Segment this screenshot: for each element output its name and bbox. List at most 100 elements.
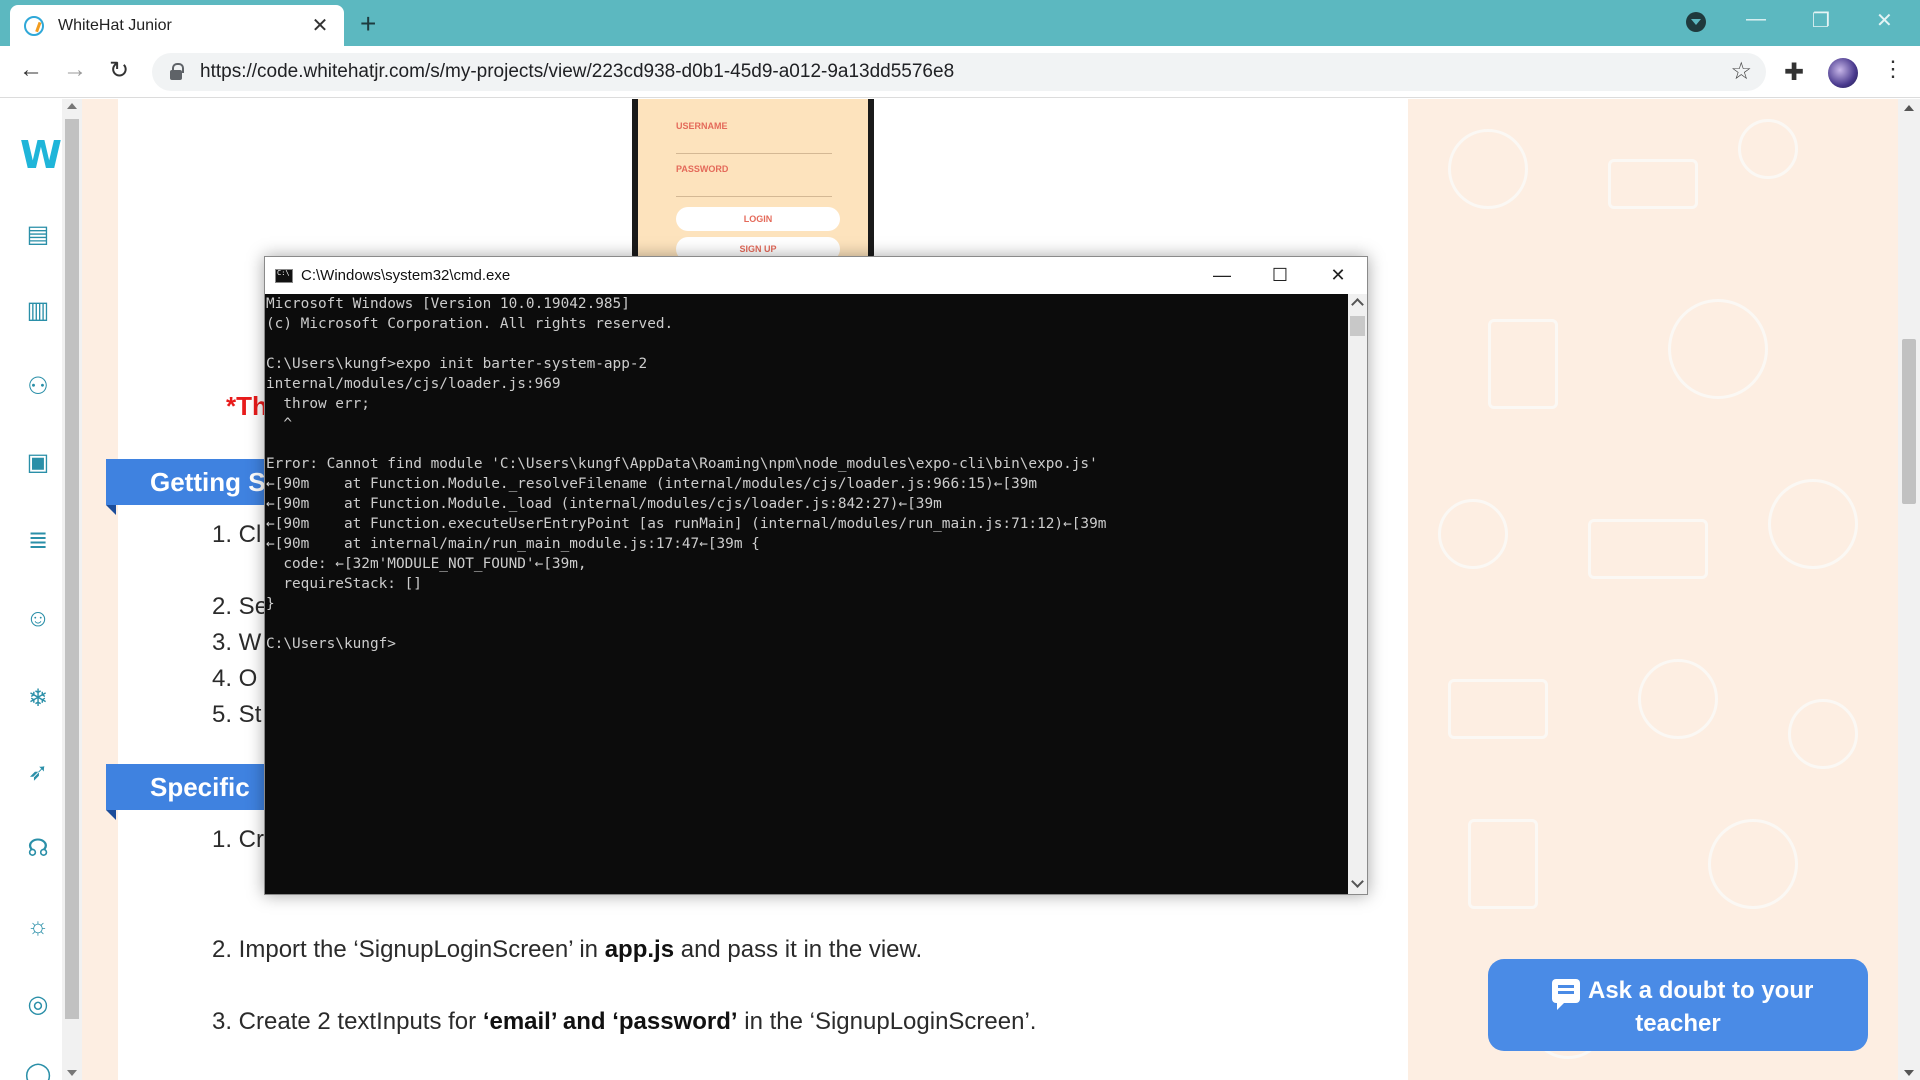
book-icon[interactable]: ▥	[24, 297, 52, 325]
login-button-image: LOGIN	[676, 207, 840, 231]
note-text: *Th	[226, 391, 268, 421]
terminal-line: throw err;	[266, 396, 370, 412]
new-tab-button[interactable]: +	[360, 8, 376, 40]
item-text: and pass it in the view.	[674, 936, 923, 963]
list-item: 2. Se	[212, 593, 269, 620]
page-scrollbar[interactable]	[1898, 99, 1920, 1080]
background-pattern	[82, 99, 118, 1080]
reload-icon[interactable]: ↻	[104, 56, 134, 85]
extensions-puzzle-icon[interactable]: ✚	[1784, 58, 1804, 87]
ask-doubt-label-line2: teacher	[1635, 1010, 1721, 1037]
item-text: 2. Import the ‘SignupLoginScreen’ in	[212, 936, 605, 963]
terminal-line: ^	[266, 416, 292, 432]
tab-search-icon[interactable]	[1686, 12, 1706, 32]
terminal-line: ←[90m at internal/main/run_main_module.j…	[266, 536, 760, 552]
restore-window-button[interactable]: ❐	[1812, 8, 1830, 33]
list-item: 3. W	[212, 629, 262, 656]
dashboard-icon[interactable]: ▤	[24, 221, 52, 249]
more-icon[interactable]: ◯	[24, 1061, 52, 1080]
ask-doubt-button[interactable]: Ask a doubt to your teacher	[1488, 959, 1868, 1051]
username-underline	[676, 153, 832, 154]
scroll-down-arrow-icon[interactable]	[67, 1070, 77, 1076]
lock-icon	[170, 62, 184, 80]
list-item-textinputs: 3. Create 2 textInputs for ‘email’ and ‘…	[212, 1008, 1036, 1036]
terminal-line: C:\Users\kungf>expo init barter-system-a…	[266, 356, 648, 372]
terminal-line: (c) Microsoft Corporation. All rights re…	[266, 316, 674, 332]
cmd-scrollbar[interactable]	[1348, 294, 1367, 894]
phone-screen: USERNAME PASSWORD LOGIN SIGN UP	[638, 99, 868, 261]
terminal-line: code: ←[32m'MODULE_NOT_FOUND'←[39m,	[266, 556, 587, 572]
cmd-minimize-button[interactable]: —	[1193, 260, 1251, 290]
cmd-title: C:\Windows\system32\cmd.exe	[301, 267, 511, 284]
bulb-icon[interactable]: ☼	[24, 913, 52, 941]
address-bar[interactable]: https://code.whitehatjr.com/s/my-project…	[152, 53, 1766, 91]
cmd-maximize-button[interactable]: ☐	[1251, 260, 1309, 290]
menu-kebab-icon[interactable]: ⋮	[1882, 56, 1904, 82]
list-item: 5. St	[212, 701, 262, 728]
scrollbar-thumb[interactable]	[1350, 316, 1365, 336]
forward-arrow-icon[interactable]: →	[60, 56, 90, 84]
activity-icon[interactable]: ⚇	[24, 373, 52, 401]
whitehat-logo[interactable]: W	[20, 133, 62, 177]
username-label: USERNAME	[676, 121, 728, 131]
minimize-window-button[interactable]: —	[1746, 8, 1766, 31]
terminal-line: requireStack: []	[266, 576, 422, 592]
list-item: 4. O	[212, 665, 258, 692]
terminal-line: ←[90m at Function.Module._resolveFilenam…	[266, 476, 1038, 492]
password-underline	[676, 196, 832, 197]
scroll-up-arrow-icon[interactable]	[1351, 298, 1364, 311]
notebook-icon[interactable]: ▣	[24, 449, 52, 477]
browser-tab[interactable]: WhiteHat Junior ✕	[10, 5, 344, 46]
cmd-close-button[interactable]: ✕	[1309, 260, 1367, 290]
item-bold-text: app.js	[604, 936, 675, 963]
terminal-line: C:\Users\kungf>	[266, 636, 396, 652]
tab-title: WhiteHat Junior	[58, 16, 172, 34]
sidebar-scrollbar[interactable]	[62, 99, 82, 1080]
profile-avatar[interactable]	[1828, 58, 1858, 88]
notes-icon[interactable]: ≣	[24, 527, 52, 555]
item-text: in the ‘SignupLoginScreen’.	[737, 1008, 1037, 1035]
terminal-line: Microsoft Windows [Version 10.0.19042.98…	[266, 296, 630, 312]
password-label: PASSWORD	[676, 164, 729, 174]
terminal-line: internal/modules/cjs/loader.js:969	[266, 376, 561, 392]
snowflake-icon[interactable]: ❄	[24, 685, 52, 713]
app-screenshot-image: USERNAME PASSWORD LOGIN SIGN UP	[632, 99, 874, 261]
terminal-line: }	[266, 596, 275, 612]
cmd-app-icon	[275, 268, 293, 283]
cmd-titlebar[interactable]: C:\Windows\system32\cmd.exe — ☐ ✕	[265, 257, 1367, 294]
scroll-down-arrow-icon[interactable]	[1351, 875, 1364, 888]
item-text: 3. Create 2 textInputs for	[212, 1008, 483, 1035]
scrollbar-thumb[interactable]	[1902, 339, 1916, 504]
left-sidebar: W ▤ ▥ ⚇ ▣ ≣ ☺ ❄ ➶ ☊ ☼ ◎ ◯	[0, 99, 62, 1080]
support-icon[interactable]: ☊	[24, 835, 52, 863]
ask-doubt-label-line1: Ask a doubt to your	[1588, 977, 1814, 1004]
profile-icon[interactable]: ◎	[24, 991, 52, 1019]
terminal-line: ←[90m at Function.executeUserEntryPoint …	[266, 516, 1107, 532]
scroll-up-arrow-icon[interactable]	[1904, 105, 1914, 111]
scrollbar-thumb[interactable]	[65, 119, 79, 1019]
scroll-up-arrow-icon[interactable]	[67, 103, 77, 109]
chat-icon	[1552, 979, 1580, 1010]
bookmark-star-icon[interactable]: ☆	[1730, 57, 1752, 86]
cmd-window[interactable]: C:\Windows\system32\cmd.exe — ☐ ✕ Micros…	[264, 256, 1368, 895]
terminal-line: ←[90m at Function.Module._load (internal…	[266, 496, 942, 512]
list-item: 1. Cr	[212, 826, 265, 853]
terminal-line: Error: Cannot find module 'C:\Users\kung…	[266, 456, 1098, 472]
section-heading-specific-tasks: Specific T	[106, 764, 272, 848]
tab-close-icon[interactable]: ✕	[310, 13, 330, 38]
tab-strip: WhiteHat Junior ✕ + — ❐ ✕	[0, 0, 1920, 46]
scroll-down-arrow-icon[interactable]	[1904, 1070, 1914, 1076]
list-item-import: 2. Import the ‘SignupLoginScreen’ in app…	[212, 936, 922, 964]
item-bold-text: ‘email’ and ‘password’	[482, 1008, 738, 1035]
section-heading-getting-started: Getting S	[106, 459, 272, 515]
rocket-icon[interactable]: ➶	[24, 759, 52, 787]
back-arrow-icon[interactable]: ←	[16, 56, 46, 84]
emoji-icon[interactable]: ☺	[24, 605, 52, 633]
browser-toolbar: ← → ↻ https://code.whitehatjr.com/s/my-p…	[0, 46, 1920, 98]
url-text: https://code.whitehatjr.com/s/my-project…	[200, 61, 955, 82]
close-window-button[interactable]: ✕	[1876, 8, 1893, 33]
terminal-output[interactable]: Microsoft Windows [Version 10.0.19042.98…	[265, 294, 1348, 894]
